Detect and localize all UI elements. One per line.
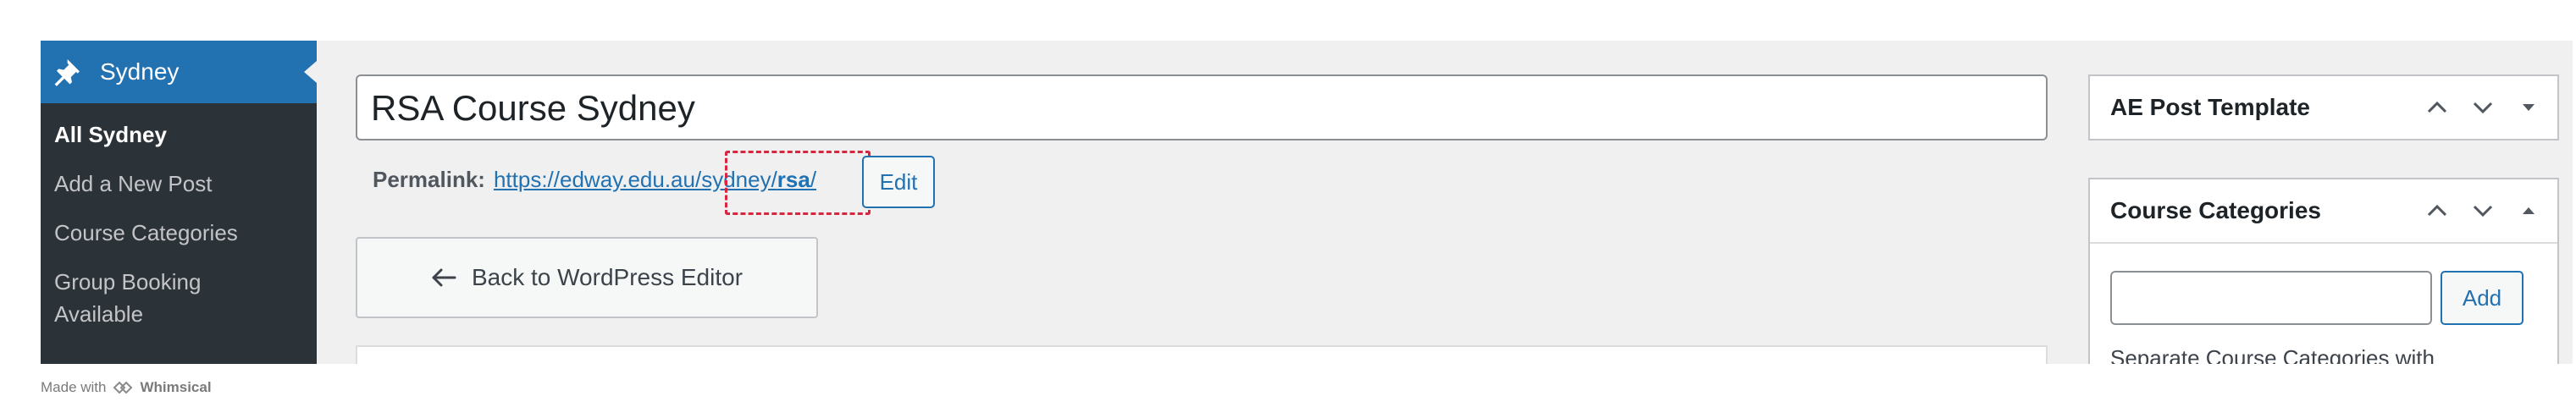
category-help-text: Separate Course Categories with (2110, 345, 2435, 364)
sidebar-item-group-booking[interactable]: Group Booking Available (41, 266, 317, 330)
course-categories-header[interactable]: Course Categories (2090, 179, 2557, 242)
edit-permalink-button[interactable]: Edit (862, 156, 935, 208)
whimsical-logo-icon (113, 380, 135, 395)
add-category-button[interactable]: Add (2441, 271, 2523, 325)
current-menu-arrow (304, 61, 317, 83)
chevron-down-icon[interactable] (2466, 194, 2500, 228)
editor-content-area[interactable] (356, 345, 2048, 364)
whimsical-brand: Whimsical (140, 379, 212, 395)
pin-icon (49, 54, 85, 90)
arrow-left-icon (431, 267, 456, 288)
ae-post-template-box: AE Post Template (2088, 74, 2559, 140)
ae-post-template-header[interactable]: AE Post Template (2090, 76, 2557, 139)
permalink-label: Permalink: (373, 166, 485, 192)
box-controls (2420, 76, 2546, 139)
made-with-whimsical: Made with Whimsical (41, 379, 212, 396)
sidebar-menu-sydney[interactable]: Sydney (41, 41, 317, 103)
caret-up-icon[interactable] (2512, 194, 2546, 228)
sidebar-item-course-categories[interactable]: Course Categories (41, 217, 317, 249)
back-button-label: Back to WordPress Editor (471, 264, 744, 290)
new-course-category-input[interactable] (2110, 271, 2432, 325)
chevron-up-icon[interactable] (2420, 91, 2454, 124)
course-categories-title: Course Categories (2110, 197, 2321, 223)
post-title-input[interactable]: RSA Course Sydney (356, 74, 2048, 140)
sidebar-item-add-new-post[interactable]: Add a New Post (41, 168, 317, 200)
ae-post-template-title: AE Post Template (2110, 94, 2310, 120)
annotation-highlight-box (725, 151, 871, 215)
chevron-up-icon[interactable] (2420, 194, 2454, 228)
admin-sidebar: Sydney All Sydney Add a New Post Course … (41, 41, 317, 364)
course-categories-box: Course Categories Add Separate Course Ca… (2088, 178, 2559, 364)
sidebar-submenu: All Sydney Add a New Post Course Categor… (41, 118, 317, 347)
box-controls (2420, 179, 2546, 242)
back-to-wordpress-editor-button[interactable]: Back to WordPress Editor (356, 237, 818, 318)
caret-down-icon[interactable] (2512, 91, 2546, 124)
sidebar-item-all-sydney[interactable]: All Sydney (41, 118, 317, 151)
made-with-label: Made with (41, 379, 107, 395)
chevron-down-icon[interactable] (2466, 91, 2500, 124)
sidebar-menu-title: Sydney (100, 58, 180, 85)
box-divider (2090, 242, 2557, 244)
wordpress-admin-frame: Sydney All Sydney Add a New Post Course … (41, 41, 2573, 364)
